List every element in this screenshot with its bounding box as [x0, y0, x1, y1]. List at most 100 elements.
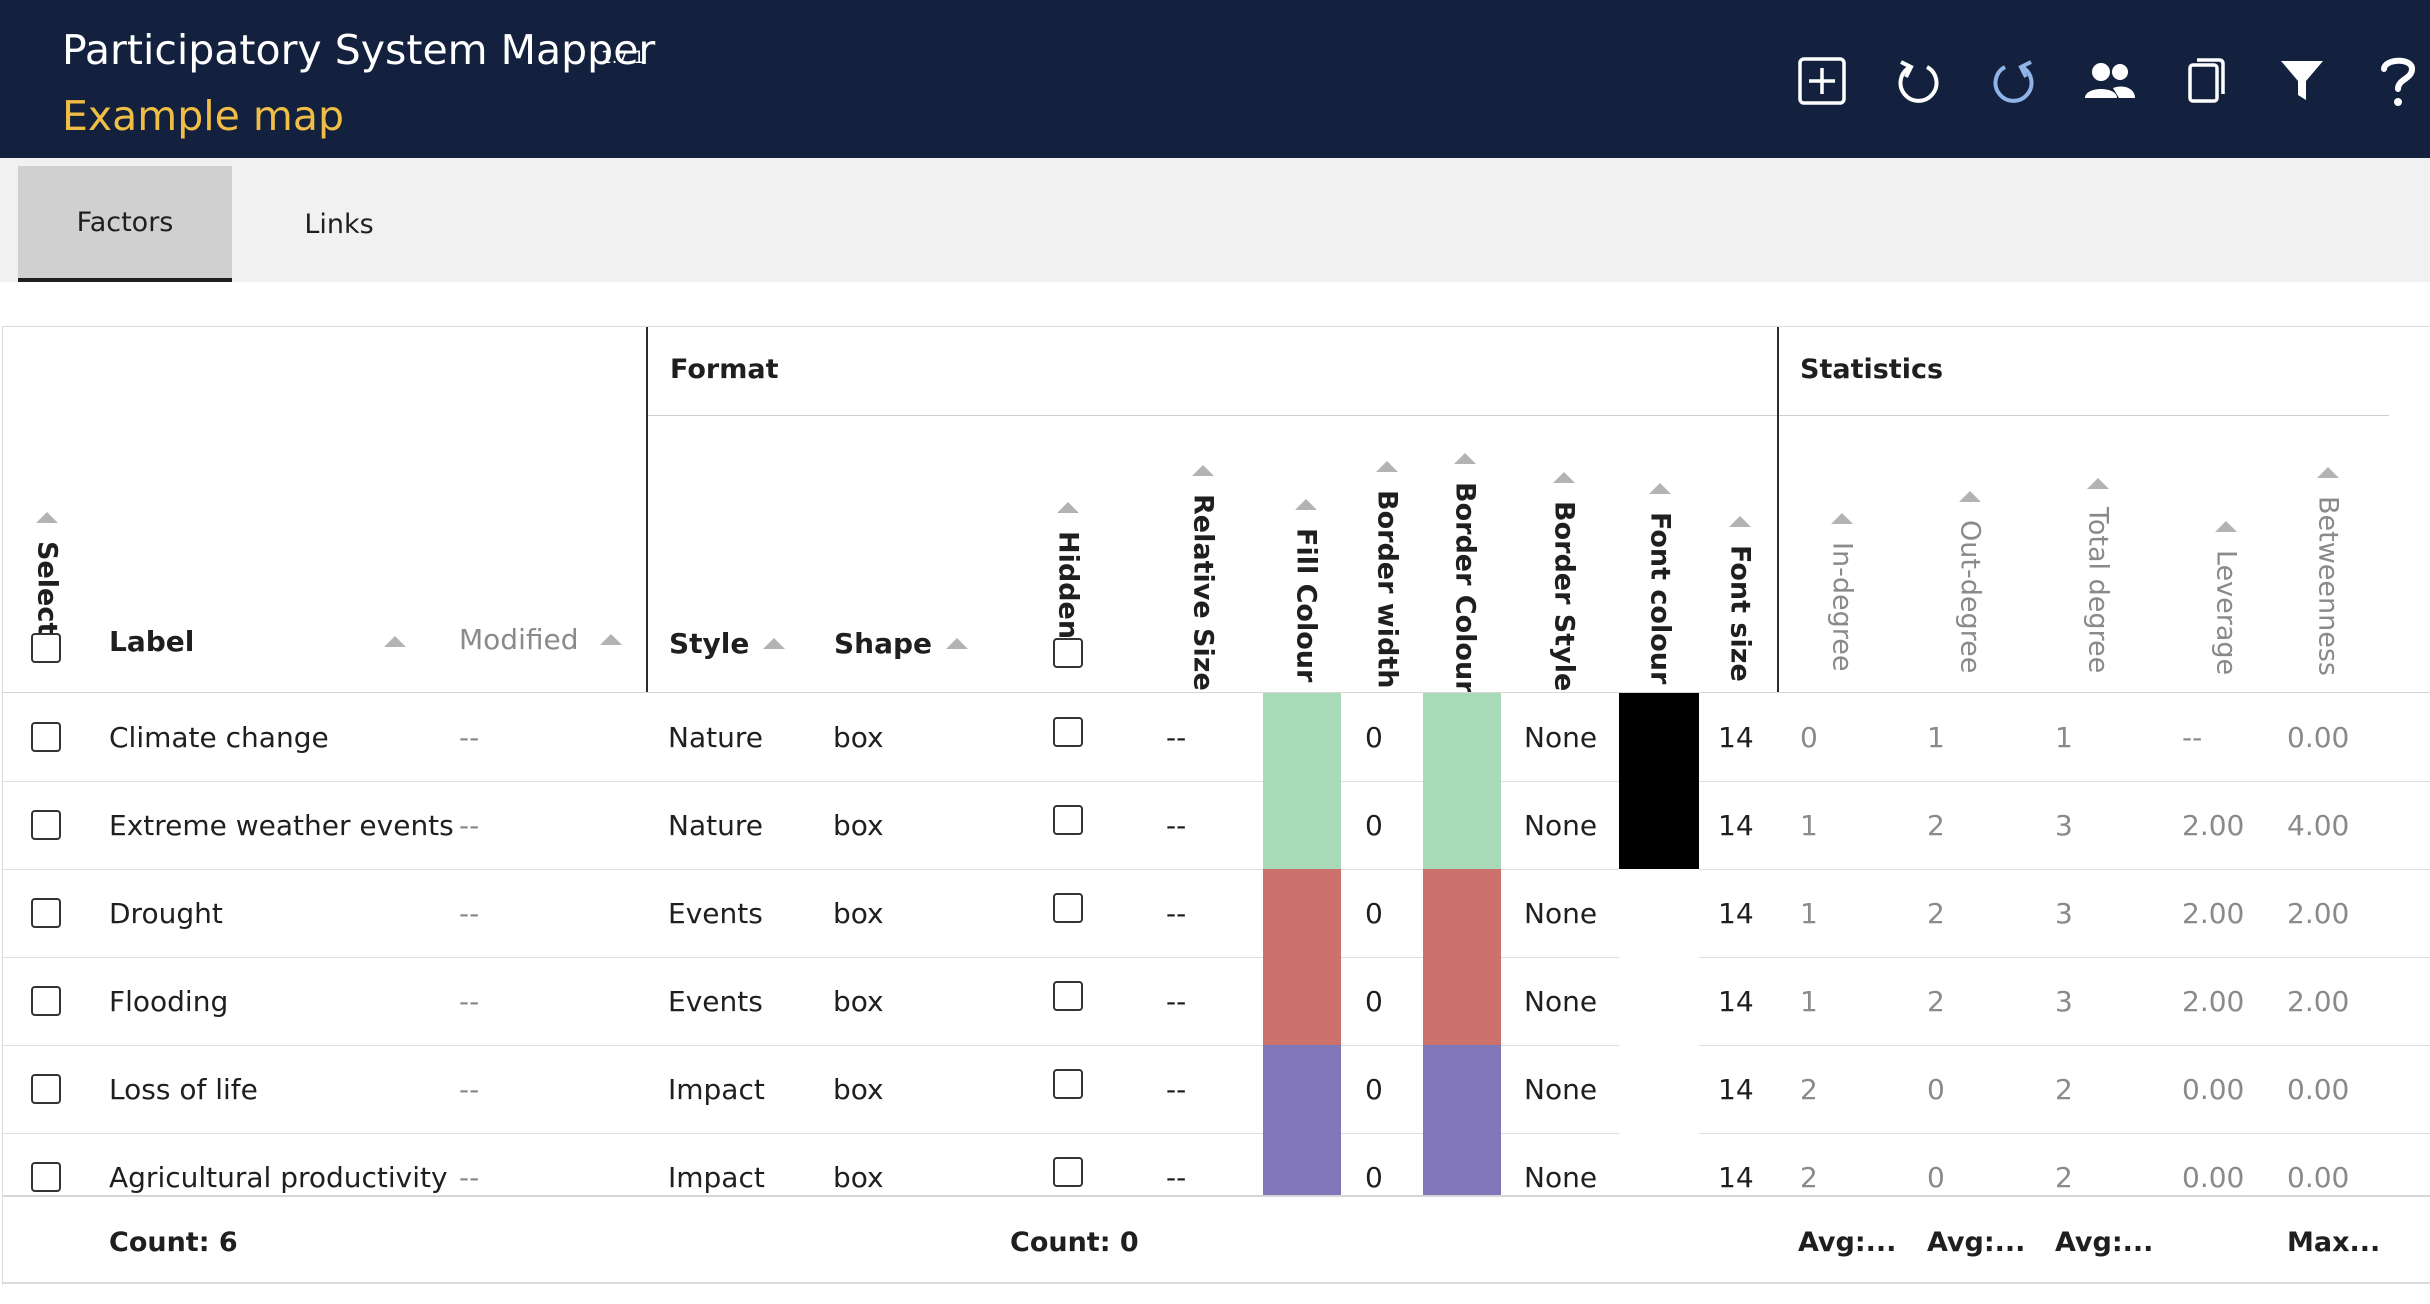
- row-select-checkbox[interactable]: [31, 1162, 61, 1192]
- cell-shape[interactable]: box: [833, 957, 884, 1045]
- cell-relative-size[interactable]: --: [1166, 1045, 1186, 1133]
- cell-shape[interactable]: box: [833, 1045, 884, 1133]
- col-shape-header[interactable]: Shape: [834, 621, 969, 665]
- cell-border-style[interactable]: None: [1524, 1045, 1597, 1133]
- avg-out-degree[interactable]: Avg:...: [1927, 1197, 2025, 1287]
- sort-icon[interactable]: [1057, 502, 1079, 513]
- cell-border-width[interactable]: 0: [1365, 869, 1383, 957]
- cell-relative-size[interactable]: --: [1166, 869, 1186, 957]
- cell-font-size[interactable]: 14: [1718, 869, 1754, 957]
- cell-font-size[interactable]: 14: [1718, 781, 1754, 869]
- col-fill-colour-header[interactable]: Fill Colour: [1286, 499, 1326, 682]
- cell-font-colour-swatch[interactable]: [1619, 957, 1699, 1045]
- tab-links[interactable]: Links: [232, 166, 446, 282]
- cell-border-width[interactable]: 0: [1365, 693, 1383, 781]
- cell-border-colour-swatch[interactable]: [1423, 781, 1501, 869]
- cell-border-width[interactable]: 0: [1365, 1045, 1383, 1133]
- sort-icon[interactable]: [1553, 472, 1575, 483]
- avg-total-degree[interactable]: Avg:...: [2055, 1197, 2153, 1287]
- sort-icon[interactable]: [1376, 461, 1398, 472]
- redo-button[interactable]: [1983, 50, 2045, 112]
- cell-border-colour-swatch[interactable]: [1423, 1045, 1501, 1133]
- row-hidden-checkbox[interactable]: [1053, 1157, 1083, 1187]
- row-hidden-checkbox[interactable]: [1053, 981, 1083, 1011]
- col-style-header[interactable]: Style: [669, 621, 786, 665]
- max-betweenness[interactable]: Max...: [2287, 1197, 2380, 1287]
- cell-style[interactable]: Nature: [668, 781, 763, 869]
- cell-border-style[interactable]: None: [1524, 869, 1597, 957]
- col-select-header[interactable]: Select: [27, 512, 67, 635]
- col-total-degree-header[interactable]: Total degree: [2078, 478, 2118, 673]
- share-users-button[interactable]: [2079, 50, 2141, 112]
- cell-border-style[interactable]: None: [1524, 781, 1597, 869]
- cell-font-size[interactable]: 14: [1718, 693, 1754, 781]
- cell-border-style[interactable]: None: [1524, 693, 1597, 781]
- table-row[interactable]: Flooding -- Events box -- 0 None 14 1 2 3 2.00 2.00: [3, 957, 2430, 1046]
- sort-icon[interactable]: [2215, 521, 2237, 532]
- col-modified-header[interactable]: Modified: [459, 617, 623, 661]
- select-all-checkbox[interactable]: [31, 633, 61, 663]
- cell-fill-colour-swatch[interactable]: [1263, 1045, 1341, 1133]
- cell-shape[interactable]: box: [833, 693, 884, 781]
- row-hidden-checkbox[interactable]: [1053, 1069, 1083, 1099]
- cell-font-size[interactable]: 14: [1718, 1045, 1754, 1133]
- help-button[interactable]: [2367, 50, 2429, 112]
- cell-font-colour-swatch[interactable]: [1619, 1045, 1699, 1133]
- cell-relative-size[interactable]: --: [1166, 957, 1186, 1045]
- map-title[interactable]: Example map: [62, 92, 344, 140]
- col-border-style-header[interactable]: Border Style: [1544, 472, 1584, 691]
- sort-icon[interactable]: [763, 637, 786, 649]
- row-select-checkbox[interactable]: [31, 986, 61, 1016]
- row-select-checkbox[interactable]: [31, 898, 61, 928]
- col-relative-size-header[interactable]: Relative Size: [1183, 465, 1223, 691]
- sort-icon[interactable]: [1192, 465, 1214, 476]
- cell-border-colour-swatch[interactable]: [1423, 957, 1501, 1045]
- cell-border-style[interactable]: None: [1524, 957, 1597, 1045]
- cell-shape[interactable]: box: [833, 869, 884, 957]
- row-hidden-checkbox[interactable]: [1053, 717, 1083, 747]
- cell-label[interactable]: Drought: [109, 869, 223, 957]
- sort-icon[interactable]: [384, 635, 407, 647]
- col-border-width-header[interactable]: Border width: [1367, 461, 1407, 688]
- row-select-checkbox[interactable]: [31, 810, 61, 840]
- avg-in-degree[interactable]: Avg:...: [1798, 1197, 1896, 1287]
- col-in-degree-header[interactable]: In-degree: [1822, 513, 1862, 671]
- col-label-header[interactable]: Label: [109, 619, 407, 663]
- cell-border-colour-swatch[interactable]: [1423, 693, 1501, 781]
- cell-style[interactable]: Events: [668, 869, 763, 957]
- hide-all-checkbox[interactable]: [1053, 638, 1083, 668]
- cell-label[interactable]: Loss of life: [109, 1045, 258, 1133]
- cell-shape[interactable]: box: [833, 781, 884, 869]
- filter-button[interactable]: [2271, 50, 2333, 112]
- col-font-size-header[interactable]: Font size: [1720, 516, 1760, 682]
- add-factor-button[interactable]: [1791, 50, 1853, 112]
- cell-font-colour-swatch[interactable]: [1619, 781, 1699, 869]
- cell-label[interactable]: Climate change: [109, 693, 329, 781]
- cell-border-colour-swatch[interactable]: [1423, 869, 1501, 957]
- cell-fill-colour-swatch[interactable]: [1263, 869, 1341, 957]
- cell-fill-colour-swatch[interactable]: [1263, 693, 1341, 781]
- row-hidden-checkbox[interactable]: [1053, 805, 1083, 835]
- cell-style[interactable]: Events: [668, 957, 763, 1045]
- col-leverage-header[interactable]: Leverage: [2206, 521, 2246, 675]
- sort-icon[interactable]: [946, 637, 969, 649]
- sort-icon[interactable]: [36, 512, 58, 523]
- sort-icon[interactable]: [1729, 516, 1751, 527]
- cell-fill-colour-swatch[interactable]: [1263, 957, 1341, 1045]
- table-row[interactable]: Climate change -- Nature box -- 0 None 14 0 1 1 -- 0…: [3, 693, 2430, 782]
- cell-style[interactable]: Nature: [668, 693, 763, 781]
- row-select-checkbox[interactable]: [31, 722, 61, 752]
- sort-icon[interactable]: [1959, 491, 1981, 502]
- table-row[interactable]: Loss of life -- Impact box -- 0 None 14 2 0 2 0.00 0…: [3, 1045, 2430, 1134]
- row-select-checkbox[interactable]: [31, 1074, 61, 1104]
- sort-icon[interactable]: [1649, 483, 1671, 494]
- row-hidden-checkbox[interactable]: [1053, 893, 1083, 923]
- cell-label[interactable]: Flooding: [109, 957, 228, 1045]
- undo-button[interactable]: [1887, 50, 1949, 112]
- col-out-degree-header[interactable]: Out-degree: [1950, 491, 1990, 673]
- cell-font-colour-swatch[interactable]: [1619, 869, 1699, 957]
- cell-relative-size[interactable]: --: [1166, 693, 1186, 781]
- table-row[interactable]: Extreme weather events -- Nature box -- 0 None…: [3, 781, 2430, 870]
- copy-map-button[interactable]: [2175, 50, 2237, 112]
- cell-font-colour-swatch[interactable]: [1619, 693, 1699, 781]
